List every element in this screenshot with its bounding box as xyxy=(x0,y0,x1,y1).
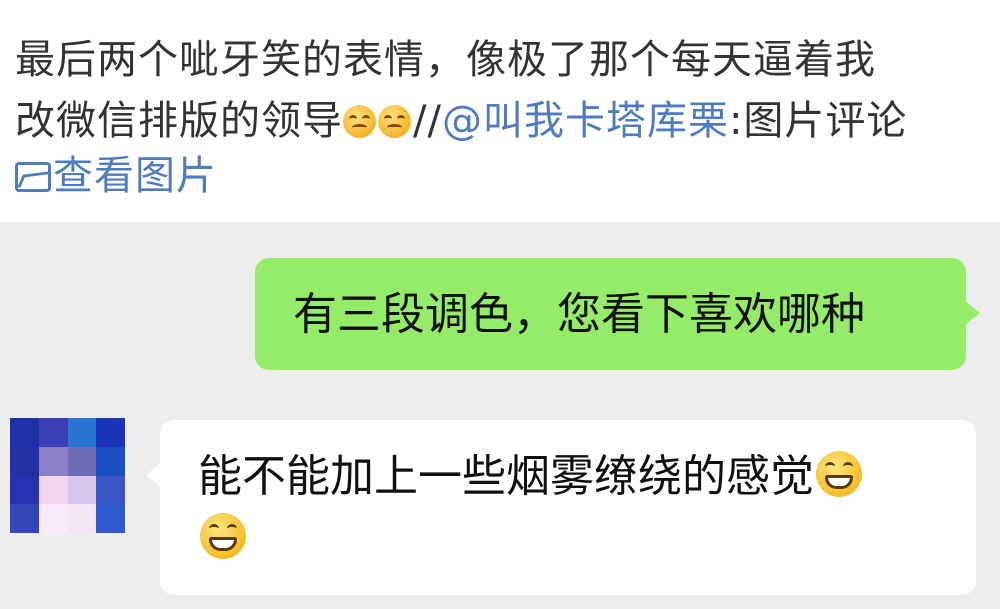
post-text-suffix: :图片评论 xyxy=(728,98,908,144)
incoming-message-bubble[interactable]: 能不能加上一些烟雾缭绕的感觉 xyxy=(146,420,976,595)
repost-separator: // xyxy=(413,98,442,144)
avatar-pixel xyxy=(96,418,125,447)
post-text-prefix: 改微信排版的领导 xyxy=(15,98,343,144)
avatar-pixel xyxy=(38,504,68,533)
avatar-pixel xyxy=(96,446,125,476)
user-mention-link[interactable]: @叫我卡塔库栗 xyxy=(442,98,729,144)
post-content: 最后两个呲牙笑的表情，像极了那个每天逼着我 改微信排版的领导 //@叫我卡塔库栗:… xyxy=(0,0,1000,222)
avatar-pixel xyxy=(67,418,97,447)
avatar-pixel xyxy=(10,418,39,447)
view-image-label: 查看图片 xyxy=(53,153,217,199)
avatar-pixel xyxy=(67,475,97,505)
outgoing-message-bubble[interactable]: 有三段调色，您看下喜欢哪种 xyxy=(255,258,980,370)
post-text-line-2: 改微信排版的领导 //@叫我卡塔库栗:图片评论 xyxy=(15,97,907,145)
upside-down-face-icon xyxy=(343,105,376,138)
avatar[interactable] xyxy=(10,418,125,533)
picture-icon xyxy=(15,162,51,192)
avatar-pixel xyxy=(38,418,68,447)
avatar-pixel xyxy=(67,504,97,533)
incoming-message-body: 能不能加上一些烟雾缭绕的感觉 xyxy=(198,451,814,502)
upside-down-face-icon xyxy=(378,105,411,138)
outgoing-message-text: 有三段调色，您看下喜欢哪种 xyxy=(293,289,865,340)
post-text-line-1: 最后两个呲牙笑的表情，像极了那个每天逼着我 xyxy=(15,37,876,83)
grinning-face-icon xyxy=(816,451,862,497)
avatar-pixel xyxy=(10,475,39,505)
avatar-pixel xyxy=(67,446,97,476)
avatar-pixel xyxy=(96,475,125,505)
avatar-pixel xyxy=(10,504,39,533)
avatar-pixel xyxy=(96,504,125,533)
view-image-link[interactable]: 查看图片 xyxy=(15,152,217,200)
chat-area: 有三段调色，您看下喜欢哪种 能不能加上一些烟雾缭绕的感觉 xyxy=(0,222,1000,609)
grinning-face-icon xyxy=(200,513,246,559)
avatar-pixel xyxy=(38,446,68,476)
incoming-message-text: 能不能加上一些烟雾缭绕的感觉 xyxy=(198,446,968,570)
avatar-pixel xyxy=(38,475,68,505)
avatar-pixel xyxy=(10,446,39,476)
